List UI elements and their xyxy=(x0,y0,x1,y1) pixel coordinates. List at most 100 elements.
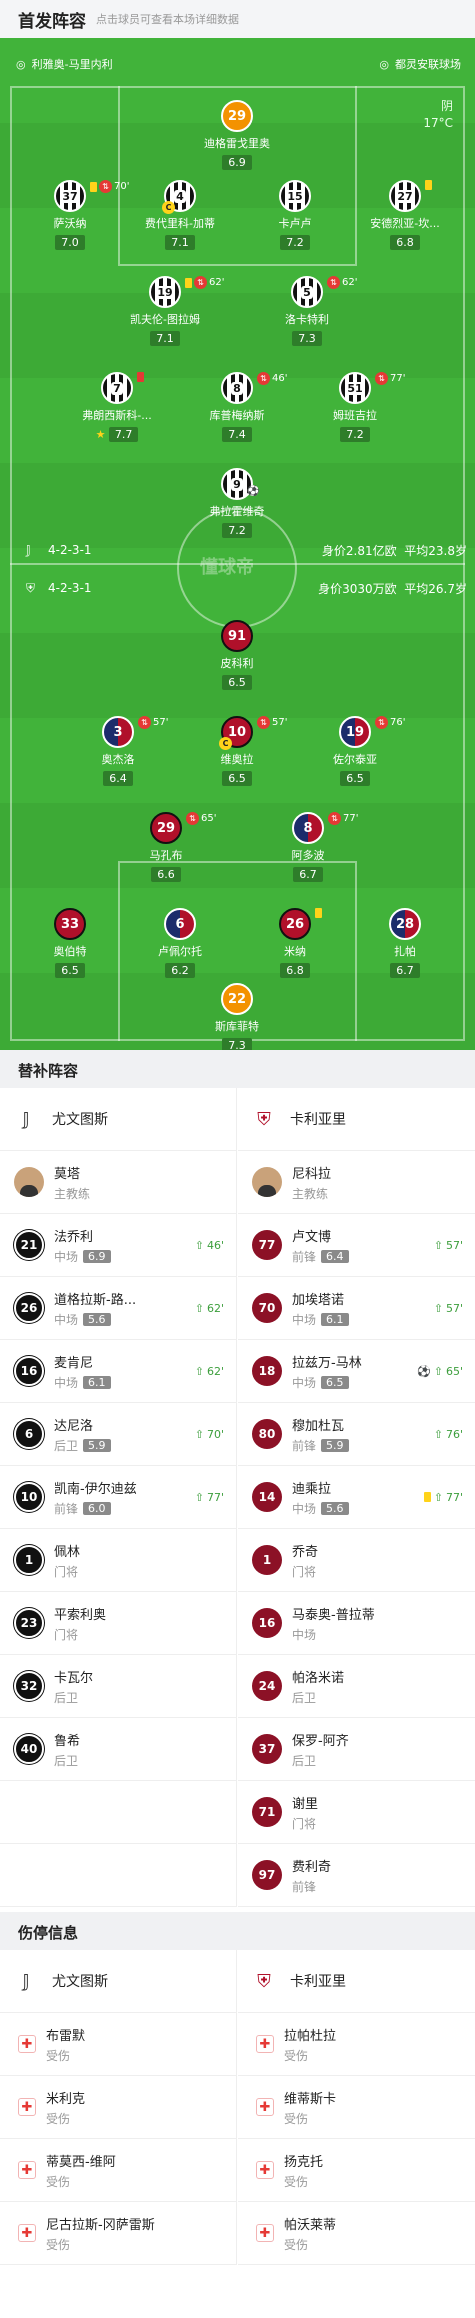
player-name: 佐尔泰亚 xyxy=(333,753,377,766)
juventus-player[interactable]: 5 ⇅ 62' 洛卡特利 7.3 xyxy=(247,276,367,346)
injury-away-team[interactable]: ⛨ 卡利亚里 xyxy=(238,1950,475,2013)
sub-player-row[interactable]: 40 鲁希 后卫 xyxy=(0,1718,237,1781)
injury-cross-icon: ✚ xyxy=(256,2161,274,2179)
player-name: 达尼洛 xyxy=(54,1418,94,1434)
player-name: 平索利奥 xyxy=(54,1607,107,1623)
sub-player-row[interactable]: 32 卡瓦尔 后卫 xyxy=(0,1655,237,1718)
injured-player-row[interactable]: ✚ 扬克托 受伤 xyxy=(238,2139,475,2202)
juventus-player[interactable]: 29 迪格雷戈里奥 6.9 xyxy=(177,100,297,170)
cagliari-player[interactable]: 22 斯库菲特 7.3 xyxy=(177,983,297,1050)
sub-player-row[interactable]: 14 迪乘拉 中场 5.6 ⇧ 77' xyxy=(238,1466,475,1529)
juventus-player[interactable]: 19 ⇅ 62' 凯夫伦-图拉姆 7.1 xyxy=(105,276,225,346)
sub-player-row[interactable]: 16 麦肯尼 中场 6.1 ⇧ 62' xyxy=(0,1340,237,1403)
jersey-number: 40 xyxy=(14,1734,44,1764)
cagliari-value: 身价3030万欧 xyxy=(318,581,397,596)
player-position: 中场 xyxy=(54,1375,79,1390)
lineup-header: 首发阵容 点击球员可查看本场详细数据 xyxy=(0,0,475,38)
jersey-number: 71 xyxy=(252,1797,282,1827)
player-position: 中场 xyxy=(292,1501,317,1516)
coach-row[interactable]: 尼科拉 主教练 xyxy=(238,1151,475,1214)
team-name: 卡利亚里 xyxy=(290,1112,346,1128)
jersey-number: 26 xyxy=(279,908,311,940)
cagliari-player[interactable]: 19 ⇅ 76' 佐尔泰亚 6.5 xyxy=(295,716,415,786)
juventus-player[interactable]: 37 ⇅ 70' 萨沃纳 7.0 xyxy=(10,180,130,250)
injured-player-row[interactable]: ✚ 帕沃莱蒂 受伤 xyxy=(238,2202,475,2265)
jersey-number: 26 xyxy=(14,1293,44,1323)
jersey-number: 33 xyxy=(54,908,86,940)
cagliari-player[interactable]: 8 ⇅ 77' 阿多波 6.7 xyxy=(248,812,368,882)
sub-in-arrow-icon: ⇧ xyxy=(433,1427,443,1441)
juventus-summary: 𝕁 4-2-3-1 身价2.81亿欧 平均23.8岁 xyxy=(0,540,475,560)
sub-player-row[interactable]: 16 马泰奥-普拉蒂 中场 xyxy=(238,1592,475,1655)
injured-player-row[interactable]: ✚ 维蒂斯卡 受伤 xyxy=(238,2076,475,2139)
jersey-number: 70 xyxy=(252,1293,282,1323)
jersey-number: 6 xyxy=(14,1419,44,1449)
cagliari-formation: 4-2-3-1 xyxy=(48,581,92,595)
injury-status: 受伤 xyxy=(284,2237,309,2252)
jersey-number: 24 xyxy=(252,1671,282,1701)
sub-player-row[interactable]: 26 道格拉斯-路... 中场 5.6 ⇧ 62' xyxy=(0,1277,237,1340)
sub-player-row[interactable]: 24 帕洛米诺 后卫 xyxy=(238,1655,475,1718)
substitution-icon: ⇅ xyxy=(257,372,270,385)
subs-away-team[interactable]: ⛨ 卡利亚里 xyxy=(238,1088,475,1151)
event-markers: ⇅ 57' xyxy=(257,716,287,729)
player-position: 前锋 xyxy=(292,1438,317,1453)
sub-player-row[interactable]: 70 加埃塔诺 中场 6.1 ⇧ 57' xyxy=(238,1277,475,1340)
sub-player-row[interactable]: 10 凯南-伊尔迪兹 前锋 6.0 ⇧ 77' xyxy=(0,1466,237,1529)
sub-player-row[interactable]: 97 费利奇 前锋 xyxy=(238,1844,475,1907)
injured-player-row[interactable]: ✚ 布雷默 受伤 xyxy=(0,2013,237,2076)
jersey-number: 37 xyxy=(252,1734,282,1764)
cagliari-player[interactable]: 3 ⇅ 57' 奥杰洛 6.4 xyxy=(58,716,178,786)
sub-player-row[interactable]: 1 乔奇 门将 xyxy=(238,1529,475,1592)
sub-player-row[interactable]: 18 拉兹万-马林 中场 6.5 ⚽ ⇧ 65' xyxy=(238,1340,475,1403)
yellow-card-icon xyxy=(185,277,192,288)
juventus-player[interactable]: 8 ⇅ 46' 库普梅纳斯 7.4 xyxy=(177,372,297,442)
injury-home-team[interactable]: 𝕁 尤文图斯 xyxy=(0,1950,237,2013)
player-name: 加埃塔诺 xyxy=(292,1292,345,1308)
sub-minute: 76' xyxy=(390,717,406,728)
player-name: 扬克托 xyxy=(284,2154,324,2170)
player-name: 马孔布 xyxy=(149,849,183,862)
juventus-player[interactable]: 4 C 费代里科-加蒂 7.1 xyxy=(120,180,240,250)
juventus-player[interactable]: 9 弗拉霍维奇 ⚽ 7.2 xyxy=(177,468,297,538)
juventus-player[interactable]: 7 弗朗西斯科-... ★ 7.7 xyxy=(57,372,177,442)
juventus-player[interactable]: 27 安德烈亚-坎... 6.8 xyxy=(345,180,465,250)
team-name: 尤文图斯 xyxy=(52,1974,108,1990)
juventus-player[interactable]: 15 卡卢卢 7.2 xyxy=(235,180,355,250)
jersey-number: 77 xyxy=(252,1230,282,1260)
player-name: 佩林 xyxy=(54,1544,81,1560)
jersey-number: 27 xyxy=(389,180,421,212)
page-subtitle: 点击球员可查看本场详细数据 xyxy=(96,13,239,26)
injured-player-row[interactable]: ✚ 蒂莫西-维阿 受伤 xyxy=(0,2139,237,2202)
sub-player-row[interactable]: 1 佩林 门将 xyxy=(0,1529,237,1592)
juventus-player[interactable]: 51 ⇅ 77' 姆班吉拉 7.2 xyxy=(295,372,415,442)
sub-player-row[interactable]: 6 达尼洛 后卫 5.9 ⇧ 70' xyxy=(0,1403,237,1466)
substitution-icon: ⇅ xyxy=(328,812,341,825)
event-markers: ⇅ 46' xyxy=(257,372,287,385)
injured-player-row[interactable]: ✚ 米利克 受伤 xyxy=(0,2076,237,2139)
cagliari-player[interactable]: 33 奥伯特 6.5 xyxy=(10,908,130,978)
player-name: 卢文博 xyxy=(292,1229,332,1245)
coach-row[interactable]: 莫塔 主教练 xyxy=(0,1151,237,1214)
cagliari-player[interactable]: 6 卢佩尔托 6.2 xyxy=(120,908,240,978)
sub-player-row[interactable]: 37 保罗-阿齐 后卫 xyxy=(238,1718,475,1781)
sub-player-row[interactable]: 23 平索利奥 门将 xyxy=(0,1592,237,1655)
injured-player-row[interactable]: ✚ 拉帕杜拉 受伤 xyxy=(238,2013,475,2076)
substitution-icon: ⇅ xyxy=(186,812,199,825)
cagliari-player[interactable]: 28 扎帕 6.7 xyxy=(345,908,465,978)
cagliari-player[interactable]: 91 皮科利 6.5 xyxy=(177,620,297,690)
player-rating: 6.2 xyxy=(165,963,195,978)
cagliari-player[interactable]: 29 ⇅ 65' 马孔布 6.6 xyxy=(106,812,226,882)
sub-player-row[interactable]: 77 卢文博 前锋 6.4 ⇧ 57' xyxy=(238,1214,475,1277)
sub-player-row[interactable]: 21 法乔利 中场 6.9 ⇧ 46' xyxy=(0,1214,237,1277)
player-name: 维蒂斯卡 xyxy=(284,2091,337,2107)
cagliari-player[interactable]: 10 C ⇅ 57' 维奥拉 6.5 xyxy=(177,716,297,786)
injury-cross-icon: ✚ xyxy=(256,2035,274,2053)
sub-player-row[interactable]: 80 穆加杜瓦 前锋 5.9 ⇧ 76' xyxy=(238,1403,475,1466)
injured-player-row[interactable]: ✚ 尼古拉斯-冈萨雷斯 受伤 xyxy=(0,2202,237,2265)
cagliari-player[interactable]: 26 米纳 6.8 xyxy=(235,908,355,978)
player-name: 马泰奥-普拉蒂 xyxy=(292,1607,375,1623)
subs-home-team[interactable]: 𝕁 尤文图斯 xyxy=(0,1088,237,1151)
sub-player-row[interactable]: 71 谢里 门将 xyxy=(238,1781,475,1844)
player-name: 麦肯尼 xyxy=(54,1355,94,1371)
